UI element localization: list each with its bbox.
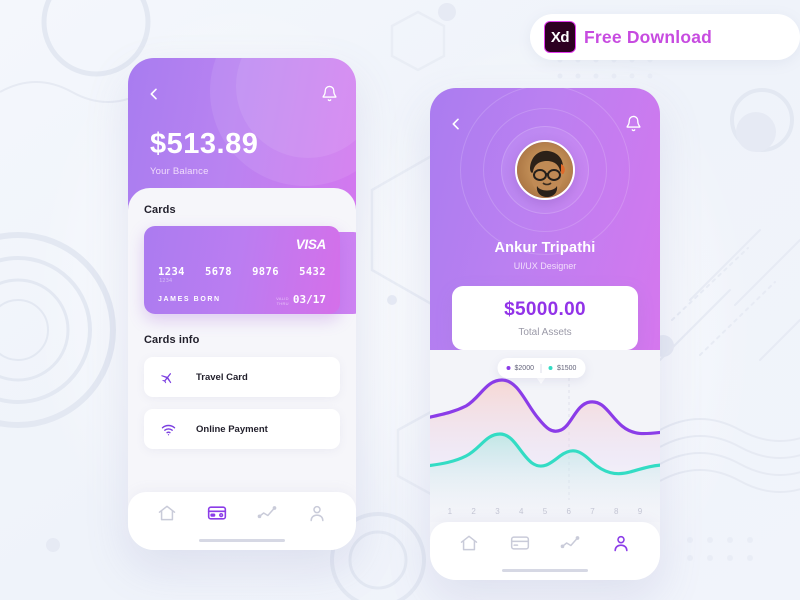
right-topbar [430,88,660,138]
bell-icon [322,85,337,102]
nav-item-cards[interactable] [510,533,530,558]
back-button[interactable] [146,86,162,107]
card-number-sub: 1234 [159,278,173,284]
tooltip-pointer [535,377,546,384]
home-icon [461,535,478,550]
notifications-button[interactable] [321,84,338,108]
tooltip-divider [540,363,542,373]
left-body: Cards VISA 1234 5678 9876 5432 1234 JAME… [128,188,356,550]
profile-name: Ankur Tripathi [494,240,596,256]
chevron-left-icon [452,118,459,129]
nav-item-profile[interactable] [307,503,327,528]
avatar[interactable] [515,140,575,200]
x-axis-tick: 7 [590,507,595,516]
assets-chart[interactable]: $2000 $1500 1 2 3 4 5 6 7 8 9 [430,350,660,522]
card-deck: VISA 1234 5678 9876 5432 1234 JAMES BORN… [128,226,356,320]
person-icon [614,535,628,551]
x-axis-tick: 6 [566,507,571,516]
nav-item-statistics[interactable] [560,533,580,558]
card-number: 1234 5678 9876 5432 [158,266,326,278]
background-decoration [0,0,800,600]
card-number-group: 1234 [158,266,185,278]
profile-role: UI/UX Designer [513,261,577,271]
chart-tooltip: $2000 $1500 [497,358,586,378]
card-number-group: 5678 [205,266,232,278]
credit-card-icon [207,505,227,520]
legend-dot-purple [506,366,511,370]
nav-item-profile[interactable] [611,533,631,558]
back-button[interactable] [448,116,464,137]
free-download-label: Free Download [584,26,713,47]
card-holder-name: JAMES BORN [158,296,221,303]
credit-card-primary[interactable]: VISA 1234 5678 9876 5432 1234 JAMES BORN… [144,226,340,314]
chart-line-icon [560,535,580,548]
home-indicator [199,538,285,542]
chart-x-axis: 1 2 3 4 5 6 7 8 9 [430,507,660,516]
home-icon [158,505,176,520]
tooltip-series-2: $1500 [548,364,577,372]
x-axis-tick: 4 [518,507,524,516]
card-number-group: 5432 [299,266,326,278]
screenshot-canvas: Xd Free Download $513.89 Your Balance Ca… [0,0,800,600]
x-axis-tick: 3 [495,507,500,516]
nav-item-home[interactable] [157,503,177,528]
card-valid-label: VALID THRU [276,296,289,306]
x-axis-tick: 8 [614,507,619,516]
cards-info-label: Online Payment [196,423,268,435]
cards-info-item-online-payment[interactable]: Online Payment [144,409,340,449]
card-expiry-date: 03/17 [292,293,326,306]
x-axis-tick: 1 [447,507,453,516]
cards-info-item-travel-card[interactable]: Travel Card [144,357,340,397]
visa-logo: VISA [295,237,327,252]
left-topbar [128,58,356,108]
airplane-icon [160,369,180,385]
total-assets-amount: $5000.00 [504,298,586,320]
balance-amount: $513.89 [150,128,259,160]
nav-item-home[interactable] [459,533,479,558]
bell-icon [626,115,641,132]
credit-card-icon [510,535,529,550]
phone-screen-cards: $513.89 Your Balance Cards VISA 1234 567… [128,58,356,550]
person-icon [310,505,324,521]
notifications-button[interactable] [625,114,642,138]
x-axis-tick: 9 [637,507,643,516]
balance-block: $513.89 Your Balance [128,108,356,177]
card-number-group: 9876 [252,266,279,278]
cards-section-title: Cards [144,204,176,216]
tooltip-value: $2000 [514,364,534,372]
total-assets-card[interactable]: $5000.00 Total Assets [452,286,638,350]
chart-line-icon [257,505,277,518]
balance-label: Your Balance [150,166,209,177]
legend-dot-teal [548,366,553,370]
wifi-icon [160,421,180,438]
nav-item-statistics[interactable] [257,503,277,528]
cards-info-label: Travel Card [196,371,248,383]
home-indicator [502,568,588,572]
left-bottom-nav [128,492,356,550]
nav-item-cards[interactable] [207,503,227,528]
total-assets-label: Total Assets [518,326,572,338]
card-expiry-block: VALID THRU 03/17 [276,293,326,306]
tooltip-value: $1500 [556,364,577,372]
free-download-button[interactable]: Xd Free Download [530,14,800,60]
right-header: Ankur Tripathi UI/UX Designer $5000.00 T… [430,88,660,350]
adobe-xd-icon: Xd [544,21,576,53]
phone-screen-profile: Ankur Tripathi UI/UX Designer $5000.00 T… [430,88,660,580]
x-axis-tick: 5 [542,507,548,516]
right-bottom-nav [430,522,660,580]
chevron-left-icon [150,88,157,99]
x-axis-tick: 2 [471,507,476,516]
tooltip-series-1: $2000 [506,364,534,372]
cards-info-title: Cards info [144,334,200,346]
